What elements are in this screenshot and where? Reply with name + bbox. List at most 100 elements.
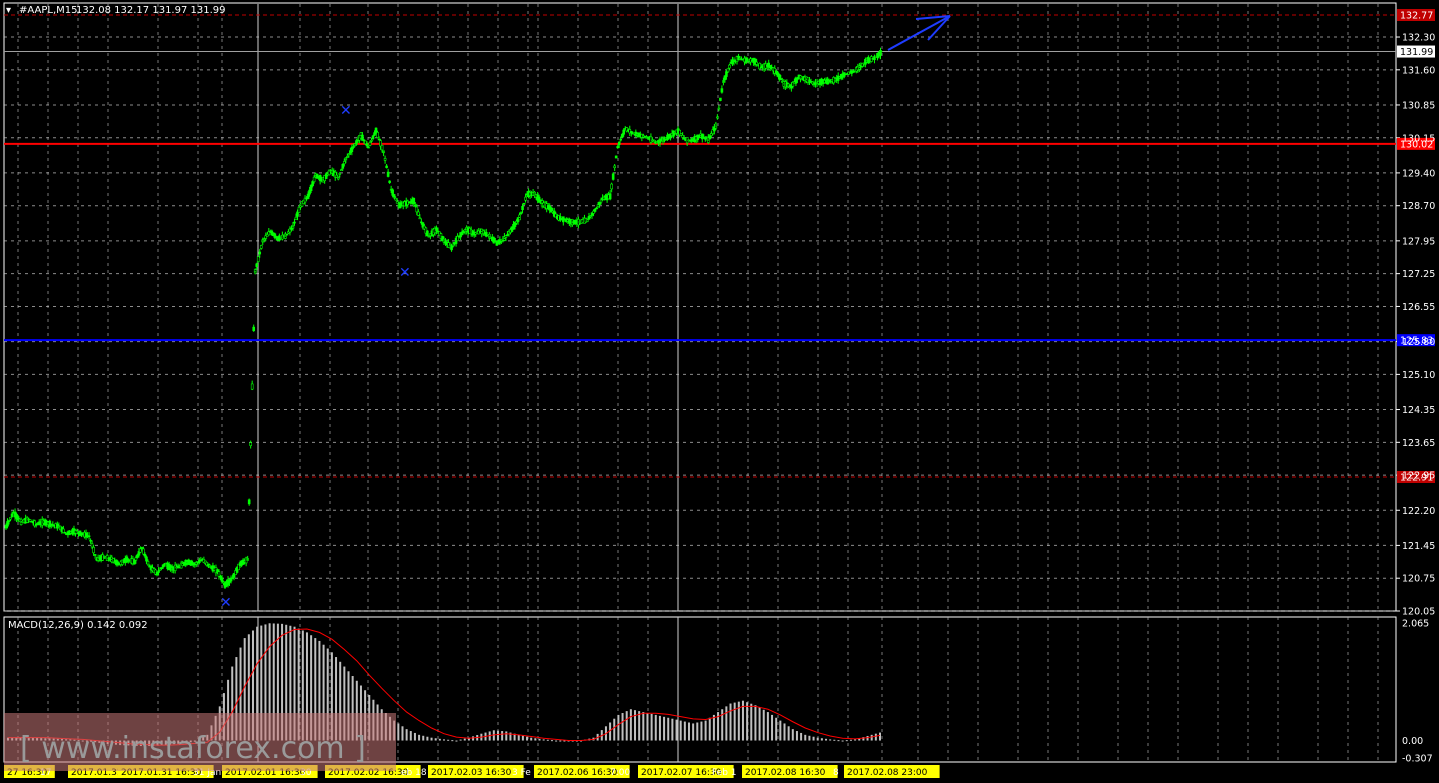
price-point <box>201 558 203 561</box>
candle-body <box>145 556 148 562</box>
candle-body <box>93 554 97 556</box>
price-point <box>851 71 853 73</box>
price-point <box>571 221 573 223</box>
price-point <box>299 205 302 207</box>
candle-body <box>649 136 653 143</box>
price-point <box>337 176 339 179</box>
price-point <box>730 62 732 64</box>
macd-bar <box>791 729 794 741</box>
candle-body <box>341 164 345 169</box>
candle-body <box>521 206 524 211</box>
macd-bar <box>413 732 416 741</box>
macd-bar <box>646 713 649 741</box>
price-point <box>473 233 475 235</box>
price-point <box>737 57 740 59</box>
chart-header-icon[interactable]: ▾ <box>6 5 11 16</box>
price-point <box>133 561 135 563</box>
macd-bar <box>708 717 711 741</box>
candle-body <box>395 201 399 204</box>
price-point <box>322 179 324 181</box>
price-point <box>292 226 294 228</box>
macd-bar <box>409 731 412 741</box>
price-point <box>194 563 196 565</box>
candle-body <box>297 206 301 213</box>
price-point <box>345 158 347 160</box>
candle-body <box>614 155 618 159</box>
candle-body <box>726 68 730 73</box>
price-point <box>428 235 430 237</box>
macd-bar <box>729 703 732 741</box>
macd-bar <box>629 709 632 741</box>
price-point <box>783 83 785 85</box>
candle-body <box>720 88 724 93</box>
price-tick-label: 125.10 <box>1402 370 1435 381</box>
price-point <box>103 556 105 558</box>
price-tick-label: 127.95 <box>1402 236 1435 247</box>
macd-bar <box>526 736 529 741</box>
candle-body <box>610 183 613 190</box>
price-candles <box>4 47 883 589</box>
price-point <box>594 209 596 211</box>
macd-bar <box>808 735 811 741</box>
candle-body <box>415 206 419 213</box>
macd-bar <box>795 731 798 741</box>
price-point <box>375 130 377 132</box>
candle-body <box>10 513 14 518</box>
candle-body <box>63 531 67 534</box>
price-point <box>58 526 60 528</box>
candle-body <box>142 548 145 555</box>
macd-bar <box>854 739 857 741</box>
macd-bar <box>534 738 537 741</box>
price-point <box>790 85 792 87</box>
price-point <box>141 547 143 549</box>
price-point <box>481 230 483 233</box>
candle-body <box>220 577 224 582</box>
price-point <box>647 137 649 139</box>
macd-bar <box>687 722 690 741</box>
candle-body <box>611 173 615 180</box>
price-point <box>171 568 173 570</box>
candle-body <box>682 137 686 140</box>
price-point <box>179 565 181 568</box>
candle-body <box>256 256 260 262</box>
price-point <box>330 169 332 172</box>
macd-bar <box>447 739 450 741</box>
macd-bar <box>530 737 533 741</box>
date-label: 8 <box>833 768 839 778</box>
price-point <box>216 570 219 572</box>
price-point <box>254 270 256 272</box>
price-point <box>186 561 188 563</box>
price-point <box>315 174 317 176</box>
current-price-value: 131.99 <box>1400 47 1433 58</box>
price-point <box>601 198 604 200</box>
price-point <box>722 80 725 83</box>
candle-body <box>728 64 731 69</box>
price-tick-label: 129.40 <box>1402 168 1435 179</box>
macd-bar <box>650 713 653 741</box>
candle-body <box>613 165 616 168</box>
macd-bar <box>787 726 790 741</box>
trading-chart[interactable]: 132.77130.02125.83122.91131.99 132.30 131… <box>0 0 1439 783</box>
candle-body <box>160 567 163 569</box>
price-point <box>262 240 264 242</box>
macd-bar <box>663 716 666 741</box>
candle-body <box>506 234 509 236</box>
candle-body <box>6 521 9 527</box>
macd-bar <box>555 740 558 742</box>
macd-bar <box>443 739 445 741</box>
candle-body <box>717 107 721 110</box>
macd-bar <box>617 714 620 741</box>
macd-bar <box>634 710 637 741</box>
candle-body <box>139 548 142 553</box>
candle-body <box>285 233 289 236</box>
price-point <box>96 558 98 561</box>
macd-tick-label: 0.00 <box>1402 736 1423 747</box>
price-point <box>549 207 551 209</box>
candle-body <box>368 142 372 146</box>
candle-body <box>134 557 138 561</box>
macd-bar <box>521 735 524 741</box>
price-point <box>836 78 838 80</box>
price-point <box>269 230 271 233</box>
macd-bar <box>638 711 641 741</box>
price-point <box>209 565 211 568</box>
